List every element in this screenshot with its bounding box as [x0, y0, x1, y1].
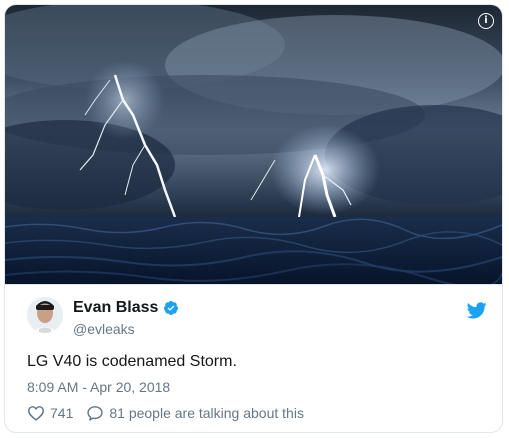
avatar[interactable]: [27, 297, 63, 333]
reply-button[interactable]: 81 people are talking about this: [86, 405, 304, 421]
author-name-text: Evan Blass: [73, 299, 159, 316]
info-icon[interactable]: i: [478, 13, 494, 29]
divider: [5, 284, 502, 285]
tweet-actions: 741 81 people are talking about this: [27, 405, 304, 421]
tweet-timestamp[interactable]: 8:09 AM - Apr 20, 2018: [27, 379, 170, 395]
reply-icon: [87, 406, 103, 421]
like-count: 741: [50, 405, 74, 421]
tweet-card[interactable]: i Evan Blass @evleaks LG V40 is codename…: [4, 4, 503, 433]
heart-icon: [27, 406, 45, 421]
like-button[interactable]: 741: [27, 405, 73, 421]
author-handle[interactable]: @evleaks: [73, 321, 135, 337]
tweet-image[interactable]: i: [5, 5, 502, 284]
author-name[interactable]: Evan Blass: [73, 299, 179, 317]
replies-text: 81 people are talking about this: [109, 405, 304, 421]
verified-icon: [164, 301, 179, 315]
tweet-text: LG V40 is codenamed Storm.: [27, 353, 237, 370]
twitter-bird-icon[interactable]: [467, 302, 487, 319]
storm-photo: [5, 5, 502, 284]
